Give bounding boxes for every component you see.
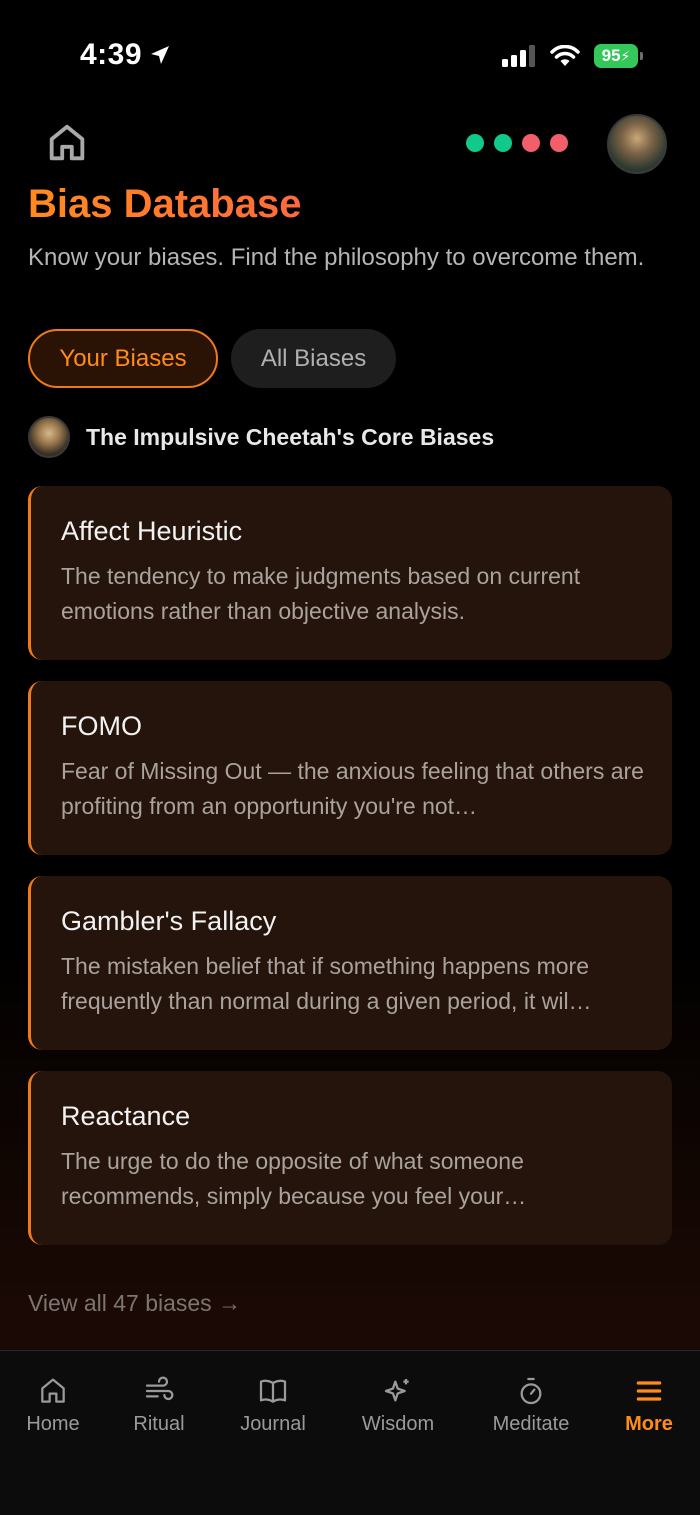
archetype-avatar — [28, 416, 70, 458]
progress-dot — [494, 134, 512, 152]
bias-card-description: The urge to do the opposite of what some… — [61, 1148, 527, 1209]
bias-card[interactable]: Gambler's Fallacy The mistaken belief th… — [28, 876, 672, 1050]
nav-item-meditate[interactable]: Meditate — [486, 1375, 576, 1436]
wifi-icon — [550, 45, 580, 66]
home-icon — [49, 124, 85, 161]
sparkles-icon — [384, 1379, 409, 1402]
bias-card-description: Fear of Missing Out — the anxious feelin… — [61, 758, 644, 819]
status-icons: 95 ⚡ — [502, 44, 643, 68]
home-icon — [41, 1378, 65, 1403]
nav-label: Meditate — [492, 1413, 570, 1435]
charging-bolt-icon: ⚡ — [620, 47, 631, 64]
signal-icon — [502, 45, 535, 67]
progress-dot — [522, 134, 540, 152]
section-title: The Impulsive Cheetah's Core Biases — [86, 423, 495, 450]
progress-dots — [466, 134, 568, 152]
bias-card-title: Reactance — [61, 1101, 191, 1131]
bias-card-title: Affect Heuristic — [61, 516, 243, 546]
battery-level: 95 — [601, 46, 621, 65]
bias-card-description: The mistaken belief that if something ha… — [61, 953, 592, 1014]
bias-card[interactable]: Affect Heuristic The tendency to make ju… — [28, 486, 672, 660]
bias-card-title: Gambler's Fallacy — [61, 906, 277, 936]
progress-dot — [550, 134, 568, 152]
bias-card[interactable]: FOMO Fear of Missing Out — the anxious f… — [28, 681, 672, 855]
nav-label: Ritual — [133, 1413, 185, 1435]
nav-item-home[interactable]: Home — [24, 1375, 82, 1436]
nav-item-wisdom[interactable]: Wisdom — [358, 1375, 438, 1436]
status-time-text: 4:39 — [80, 38, 143, 71]
status-bar: 4:39 95 ⚡ — [0, 0, 700, 110]
nav-item-ritual[interactable]: Ritual — [130, 1375, 188, 1436]
page-title: Bias Database — [28, 182, 302, 226]
tab-your-biases[interactable]: Your Biases — [28, 329, 218, 388]
section-header: The Impulsive Cheetah's Core Biases — [28, 416, 494, 458]
location-arrow-icon — [151, 46, 170, 64]
page-subtitle: Know your biases. Find the philosophy to… — [28, 244, 645, 271]
bottom-nav: Home Ritual Journal Wisdom Meditate More — [0, 1350, 700, 1515]
battery-indicator: 95 ⚡ — [594, 44, 643, 68]
nav-item-more[interactable]: More — [622, 1375, 676, 1436]
timer-icon — [520, 1377, 542, 1405]
home-button[interactable] — [40, 116, 94, 170]
progress-dot — [466, 134, 484, 152]
wind-icon — [145, 1376, 174, 1401]
bias-card[interactable]: Reactance The urge to do the opposite of… — [28, 1071, 672, 1245]
status-time: 4:39 — [80, 38, 172, 72]
nav-label: More — [625, 1413, 673, 1435]
tab-all-biases[interactable]: All Biases — [231, 329, 396, 388]
bias-card-title: FOMO — [61, 711, 142, 741]
view-all-biases-link[interactable]: View all 47 biases → — [28, 1290, 241, 1317]
profile-avatar[interactable] — [607, 114, 667, 174]
menu-icon — [636, 1381, 662, 1401]
nav-label: Journal — [240, 1413, 306, 1435]
bias-card-description: The tendency to make judgments based on … — [61, 563, 581, 624]
nav-label: Home — [26, 1413, 80, 1435]
nav-item-journal[interactable]: Journal — [236, 1375, 310, 1436]
nav-label: Wisdom — [361, 1413, 435, 1435]
book-icon — [259, 1379, 287, 1403]
